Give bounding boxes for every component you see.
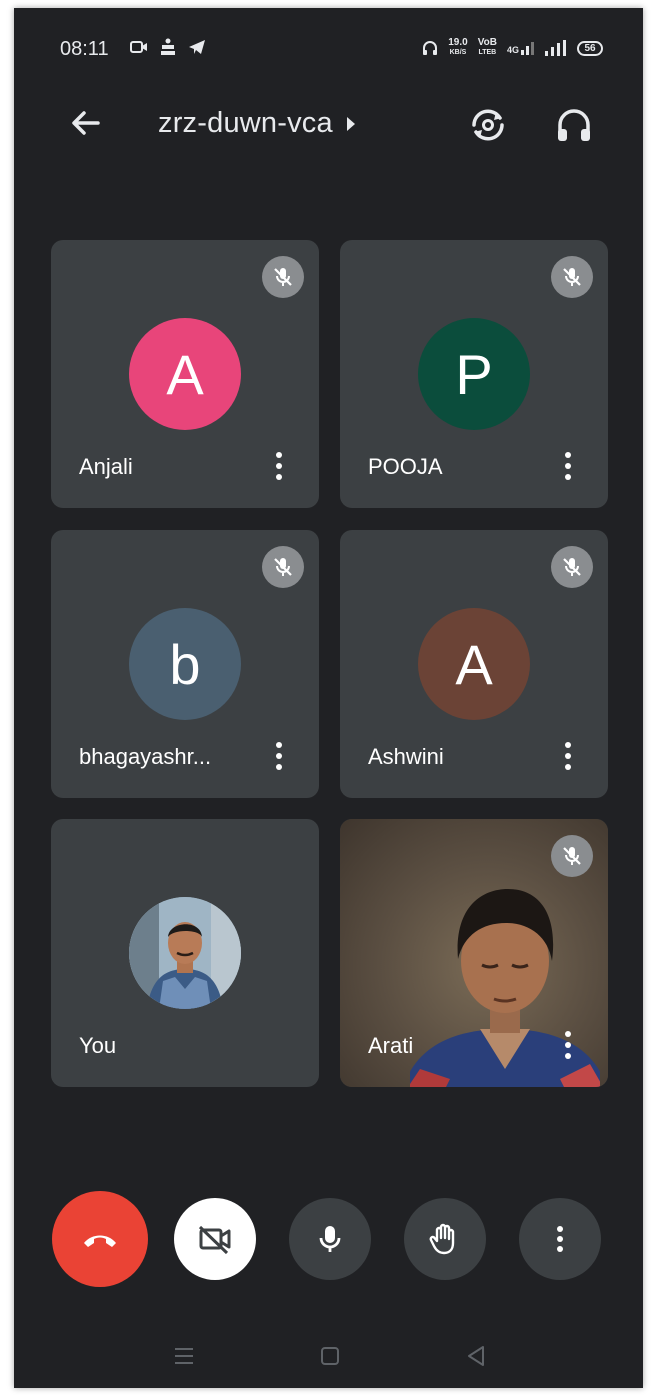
participant-name: POOJA [368,454,443,479]
status-time: 08:11 [60,38,109,60]
meeting-code-button[interactable]: zrz-duwn-vca [158,107,355,140]
headset-status-icon [423,41,438,55]
avatar: A [129,318,241,430]
call-controls [14,1191,643,1291]
caret-right-icon [346,116,355,131]
mic-button[interactable] [289,1198,371,1280]
phone-screen: 08:11 19.0 KB/S VoB LTEB 4G 56 zrz-duwn-… [14,8,643,1388]
home-nav-icon[interactable] [315,1341,345,1371]
more-vert-icon [557,1226,563,1252]
headphones-icon[interactable] [552,103,596,147]
camera-off-icon [198,1225,231,1255]
switch-camera-icon[interactable] [466,103,510,147]
system-nav-bar [14,1333,643,1383]
more-vert-icon[interactable] [265,446,293,486]
participant-tile-bhagayashr[interactable]: b bhagayashr... [51,530,319,798]
mic-icon [319,1226,341,1252]
participant-name: Ashwini [368,744,444,769]
app-notification-icon [161,38,175,55]
meeting-header: zrz-duwn-vca [14,93,643,153]
meeting-code: zrz-duwn-vca [158,107,333,139]
mic-off-icon [551,546,593,588]
avatar: b [129,608,241,720]
mic-off-icon [551,256,593,298]
photo-avatar [129,897,241,1009]
avatar: A [418,608,530,720]
back-nav-icon[interactable] [461,1341,491,1371]
data-speed-unit: KB/S [449,49,467,56]
mic-off-icon [262,546,304,588]
more-vert-icon[interactable] [265,736,293,776]
telegram-icon [189,40,205,54]
phone-hangup-icon [84,1235,116,1247]
participant-name: Anjali [79,454,133,479]
hand-icon [429,1223,455,1255]
more-vert-icon[interactable] [554,1025,582,1065]
data-speed-value: 19.0 [448,37,468,48]
participant-name: Arati [368,1033,414,1058]
mic-off-icon [262,256,304,298]
mic-off-icon [551,835,593,877]
participant-tile-arati[interactable]: Arati [340,819,608,1087]
battery-indicator: 56 [577,40,603,56]
recents-nav-icon[interactable] [169,1341,199,1371]
camera-toggle-button[interactable] [174,1198,256,1280]
avatar: P [418,318,530,430]
more-options-button[interactable] [519,1198,601,1280]
participant-tile-you[interactable]: You [51,819,319,1087]
profile-photo-icon [129,897,241,1009]
participant-tile-anjali[interactable]: A Anjali [51,240,319,508]
participant-tile-pooja[interactable]: P POOJA [340,240,608,508]
more-vert-icon[interactable] [554,736,582,776]
signal-icon-1 [521,42,534,55]
raise-hand-button[interactable] [404,1198,486,1280]
network-type: 4G [506,45,519,55]
status-bar: 08:11 19.0 KB/S VoB LTEB 4G 56 [14,8,643,88]
end-call-button[interactable] [52,1191,148,1287]
participant-tile-ashwini[interactable]: A Ashwini [340,530,608,798]
signal-icon-2 [545,40,566,56]
participant-name: bhagayashr... [79,744,212,769]
back-arrow-icon[interactable] [66,103,106,143]
volte-label-bottom: LTEB [478,49,497,56]
participant-name: You [79,1033,117,1058]
video-call-notification-icon [130,41,147,53]
more-vert-icon[interactable] [554,446,582,486]
volte-label-top: VoB [477,37,497,48]
